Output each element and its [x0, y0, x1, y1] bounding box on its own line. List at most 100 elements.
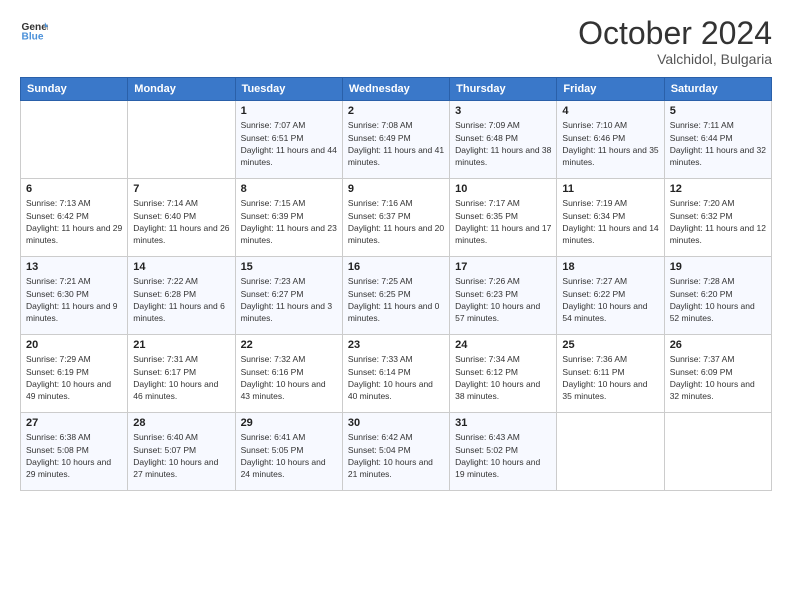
day-info: Sunrise: 7:33 AM Sunset: 6:14 PM Dayligh…	[348, 353, 444, 402]
day-number: 7	[133, 183, 229, 195]
day-info: Sunrise: 7:07 AM Sunset: 6:51 PM Dayligh…	[241, 119, 337, 168]
day-info: Sunrise: 7:16 AM Sunset: 6:37 PM Dayligh…	[348, 197, 444, 246]
week-row-1: 1 Sunrise: 7:07 AM Sunset: 6:51 PM Daylig…	[21, 101, 772, 179]
day-cell: 11 Sunrise: 7:19 AM Sunset: 6:34 PM Dayli…	[557, 179, 664, 257]
day-number: 8	[241, 183, 337, 195]
day-cell: 12 Sunrise: 7:20 AM Sunset: 6:32 PM Dayli…	[664, 179, 771, 257]
day-cell: 10Sunrise: 7:17 AM Sunset: 6:35 PM Dayli…	[450, 179, 557, 257]
day-info: Sunrise: 7:10 AM Sunset: 6:46 PM Dayligh…	[562, 119, 658, 168]
day-cell: 30 Sunrise: 6:42 AM Sunset: 5:04 PM Dayli…	[342, 413, 449, 491]
day-number: 23	[348, 339, 444, 351]
day-number: 19	[670, 261, 766, 273]
day-cell: 20 Sunrise: 7:29 AM Sunset: 6:19 PM Dayli…	[21, 335, 128, 413]
day-cell: 4 Sunrise: 7:10 AM Sunset: 6:46 PM Daylig…	[557, 101, 664, 179]
day-number: 12	[670, 183, 766, 195]
week-row-3: 13 Sunrise: 7:21 AM Sunset: 6:30 PM Dayli…	[21, 257, 772, 335]
column-header-monday: Monday	[128, 78, 235, 101]
day-cell: 27 Sunrise: 6:38 AM Sunset: 5:08 PM Dayli…	[21, 413, 128, 491]
day-cell: 18 Sunrise: 7:27 AM Sunset: 6:22 PM Dayli…	[557, 257, 664, 335]
day-number: 24	[455, 339, 551, 351]
header-row: SundayMondayTuesdayWednesdayThursdayFrid…	[21, 78, 772, 101]
day-info: Sunrise: 7:21 AM Sunset: 6:30 PM Dayligh…	[26, 275, 122, 324]
day-info: Sunrise: 6:40 AM Sunset: 5:07 PM Dayligh…	[133, 431, 229, 480]
day-number: 18	[562, 261, 658, 273]
logo-icon: General Blue	[20, 16, 48, 44]
day-number: 30	[348, 417, 444, 429]
location: Valchidol, Bulgaria	[578, 51, 772, 67]
day-number: 4	[562, 105, 658, 117]
day-cell: 9Sunrise: 7:16 AM Sunset: 6:37 PM Daylig…	[342, 179, 449, 257]
day-info: Sunrise: 7:23 AM Sunset: 6:27 PM Dayligh…	[241, 275, 337, 324]
day-cell: 22 Sunrise: 7:32 AM Sunset: 6:16 PM Dayli…	[235, 335, 342, 413]
day-info: Sunrise: 7:26 AM Sunset: 6:23 PM Dayligh…	[455, 275, 551, 324]
column-header-tuesday: Tuesday	[235, 78, 342, 101]
day-info: Sunrise: 7:13 AM Sunset: 6:42 PM Dayligh…	[26, 197, 122, 246]
day-number: 3	[455, 105, 551, 117]
day-info: Sunrise: 6:38 AM Sunset: 5:08 PM Dayligh…	[26, 431, 122, 480]
day-info: Sunrise: 7:34 AM Sunset: 6:12 PM Dayligh…	[455, 353, 551, 402]
day-info: Sunrise: 6:43 AM Sunset: 5:02 PM Dayligh…	[455, 431, 551, 480]
calendar-page: General Blue October 2024 Valchidol, Bul…	[0, 0, 792, 612]
day-cell: 21 Sunrise: 7:31 AM Sunset: 6:17 PM Dayli…	[128, 335, 235, 413]
week-row-4: 20 Sunrise: 7:29 AM Sunset: 6:19 PM Dayli…	[21, 335, 772, 413]
column-header-sunday: Sunday	[21, 78, 128, 101]
day-cell: 7 Sunrise: 7:14 AM Sunset: 6:40 PM Daylig…	[128, 179, 235, 257]
day-info: Sunrise: 7:27 AM Sunset: 6:22 PM Dayligh…	[562, 275, 658, 324]
column-header-friday: Friday	[557, 78, 664, 101]
day-cell	[21, 101, 128, 179]
day-info: Sunrise: 7:20 AM Sunset: 6:32 PM Dayligh…	[670, 197, 766, 246]
column-header-thursday: Thursday	[450, 78, 557, 101]
day-number: 6	[26, 183, 122, 195]
day-info: Sunrise: 7:37 AM Sunset: 6:09 PM Dayligh…	[670, 353, 766, 402]
day-cell: 17Sunrise: 7:26 AM Sunset: 6:23 PM Dayli…	[450, 257, 557, 335]
day-cell: 6 Sunrise: 7:13 AM Sunset: 6:42 PM Daylig…	[21, 179, 128, 257]
day-info: Sunrise: 7:29 AM Sunset: 6:19 PM Dayligh…	[26, 353, 122, 402]
day-cell: 1 Sunrise: 7:07 AM Sunset: 6:51 PM Daylig…	[235, 101, 342, 179]
day-info: Sunrise: 7:36 AM Sunset: 6:11 PM Dayligh…	[562, 353, 658, 402]
day-cell: 16Sunrise: 7:25 AM Sunset: 6:25 PM Dayli…	[342, 257, 449, 335]
day-cell: 24 Sunrise: 7:34 AM Sunset: 6:12 PM Dayli…	[450, 335, 557, 413]
day-number: 11	[562, 183, 658, 195]
day-info: Sunrise: 7:28 AM Sunset: 6:20 PM Dayligh…	[670, 275, 766, 324]
day-info: Sunrise: 7:09 AM Sunset: 6:48 PM Dayligh…	[455, 119, 551, 168]
day-number: 26	[670, 339, 766, 351]
day-cell: 2Sunrise: 7:08 AM Sunset: 6:49 PM Daylig…	[342, 101, 449, 179]
day-number: 5	[670, 105, 766, 117]
day-info: Sunrise: 7:15 AM Sunset: 6:39 PM Dayligh…	[241, 197, 337, 246]
day-cell: 25 Sunrise: 7:36 AM Sunset: 6:11 PM Dayli…	[557, 335, 664, 413]
calendar-table: SundayMondayTuesdayWednesdayThursdayFrid…	[20, 77, 772, 491]
day-cell: 13 Sunrise: 7:21 AM Sunset: 6:30 PM Dayli…	[21, 257, 128, 335]
day-cell	[128, 101, 235, 179]
day-info: Sunrise: 7:19 AM Sunset: 6:34 PM Dayligh…	[562, 197, 658, 246]
day-info: Sunrise: 7:11 AM Sunset: 6:44 PM Dayligh…	[670, 119, 766, 168]
day-cell: 28 Sunrise: 6:40 AM Sunset: 5:07 PM Dayli…	[128, 413, 235, 491]
day-info: Sunrise: 7:32 AM Sunset: 6:16 PM Dayligh…	[241, 353, 337, 402]
day-number: 1	[241, 105, 337, 117]
day-cell: 29Sunrise: 6:41 AM Sunset: 5:05 PM Dayli…	[235, 413, 342, 491]
day-number: 21	[133, 339, 229, 351]
day-info: Sunrise: 7:14 AM Sunset: 6:40 PM Dayligh…	[133, 197, 229, 246]
logo: General Blue	[20, 16, 48, 44]
day-cell	[664, 413, 771, 491]
day-info: Sunrise: 7:08 AM Sunset: 6:49 PM Dayligh…	[348, 119, 444, 168]
day-cell: 5 Sunrise: 7:11 AM Sunset: 6:44 PM Daylig…	[664, 101, 771, 179]
day-cell	[557, 413, 664, 491]
day-number: 31	[455, 417, 551, 429]
title-block: October 2024 Valchidol, Bulgaria	[578, 16, 772, 67]
column-header-saturday: Saturday	[664, 78, 771, 101]
day-info: Sunrise: 6:42 AM Sunset: 5:04 PM Dayligh…	[348, 431, 444, 480]
day-info: Sunrise: 7:17 AM Sunset: 6:35 PM Dayligh…	[455, 197, 551, 246]
day-cell: 26 Sunrise: 7:37 AM Sunset: 6:09 PM Dayli…	[664, 335, 771, 413]
day-info: Sunrise: 7:31 AM Sunset: 6:17 PM Dayligh…	[133, 353, 229, 402]
day-number: 25	[562, 339, 658, 351]
day-cell: 31 Sunrise: 6:43 AM Sunset: 5:02 PM Dayli…	[450, 413, 557, 491]
day-number: 20	[26, 339, 122, 351]
week-row-2: 6 Sunrise: 7:13 AM Sunset: 6:42 PM Daylig…	[21, 179, 772, 257]
day-number: 15	[241, 261, 337, 273]
day-number: 28	[133, 417, 229, 429]
day-number: 29	[241, 417, 337, 429]
day-number: 27	[26, 417, 122, 429]
day-number: 22	[241, 339, 337, 351]
day-number: 13	[26, 261, 122, 273]
svg-text:Blue: Blue	[22, 31, 44, 42]
